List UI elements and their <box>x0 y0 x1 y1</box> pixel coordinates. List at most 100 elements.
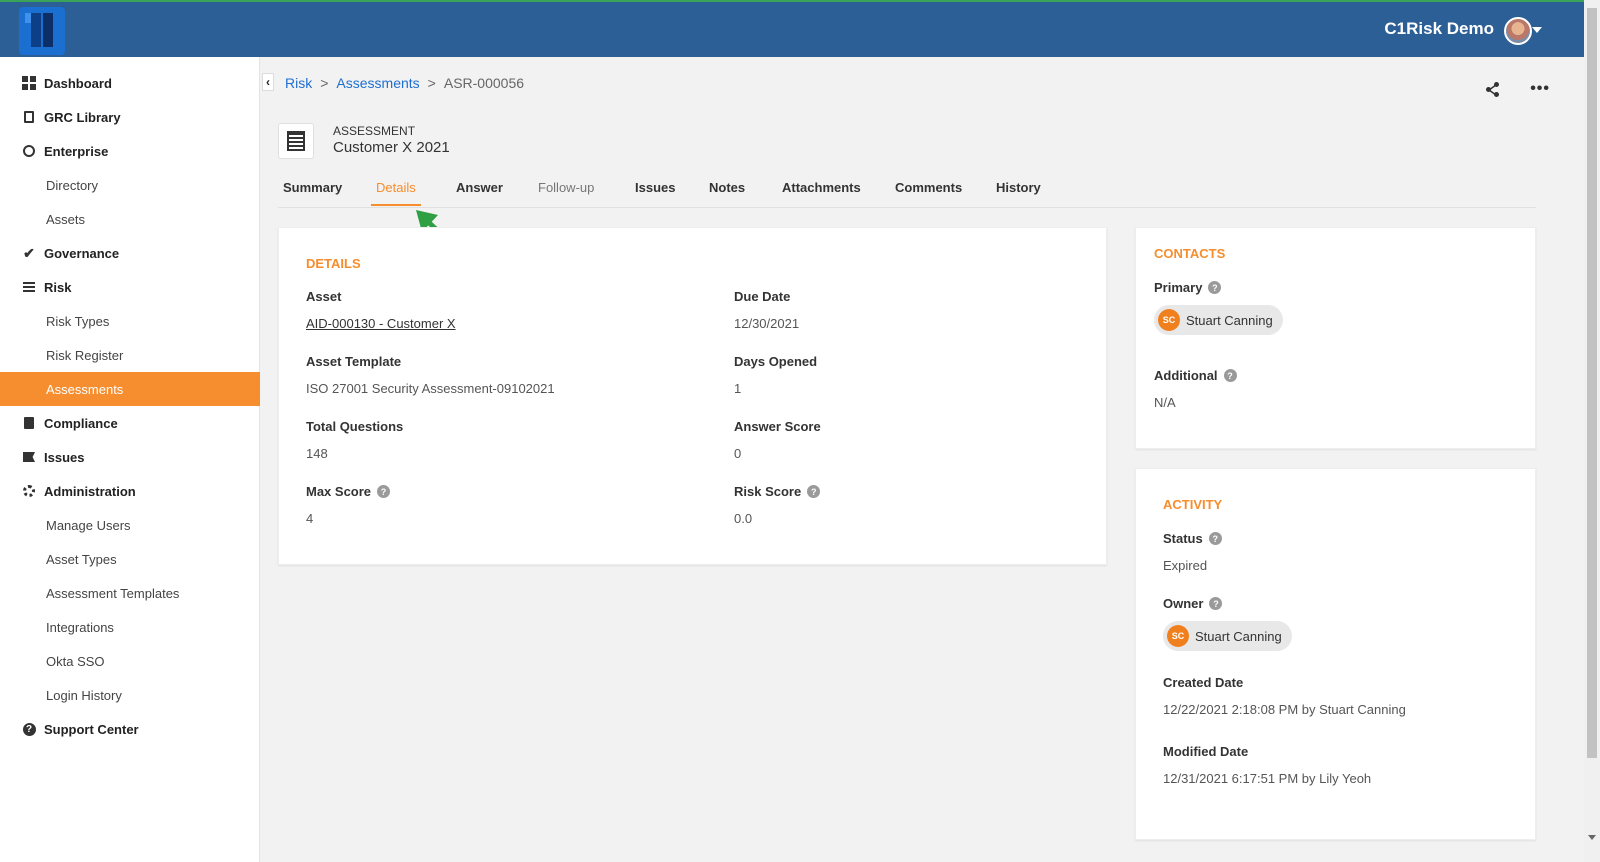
page-scrollbar[interactable] <box>1584 0 1600 862</box>
sidebar-item-risk[interactable]: Risk <box>0 270 260 304</box>
assessment-icon <box>278 123 314 159</box>
breadcrumb-current: ASR-000056 <box>443 75 525 91</box>
gear-icon <box>22 484 36 498</box>
tab-notes[interactable]: Notes <box>704 180 750 204</box>
more-options-icon[interactable]: ••• <box>1530 81 1550 97</box>
sidebar-item-compliance[interactable]: Compliance <box>0 406 260 440</box>
sidebar-item-okta-sso[interactable]: Okta SSO <box>0 644 260 678</box>
status-value: Expired <box>1163 558 1208 573</box>
tab-comments[interactable]: Comments <box>890 180 967 204</box>
sidebar-item-integrations[interactable]: Integrations <box>0 610 260 644</box>
avatar: SC <box>1158 309 1180 331</box>
sidebar-item-assets[interactable]: Assets <box>0 202 260 236</box>
contact-name: Stuart Canning <box>1186 312 1273 328</box>
help-icon[interactable]: ? <box>377 485 391 498</box>
contacts-card: CONTACTS Primary? SC Stuart Canning Addi… <box>1135 227 1536 449</box>
total-questions-label: Total Questions <box>306 419 404 434</box>
modified-date-value: 12/31/2021 6:17:51 PM by Lily Yeoh <box>1163 771 1372 786</box>
days-opened-label: Days Opened <box>734 354 818 369</box>
activity-title: ACTIVITY <box>1163 497 1223 512</box>
sidebar-item-governance[interactable]: ✔ Governance <box>0 236 260 270</box>
sidebar-item-grc-library[interactable]: GRC Library <box>0 100 260 134</box>
sidebar-item-risk-register[interactable]: Risk Register <box>0 338 260 372</box>
chevron-down-icon[interactable] <box>1532 27 1542 33</box>
tab-follow-up[interactable]: Follow-up <box>533 180 599 204</box>
flag-icon <box>22 450 36 464</box>
breadcrumb-separator: > <box>427 75 436 91</box>
asset-template-value: ISO 27001 Security Assessment-09102021 <box>306 381 555 396</box>
risk-score-label: Risk Score? <box>734 484 821 499</box>
dashboard-icon <box>22 76 36 90</box>
due-date-label: Due Date <box>734 289 791 304</box>
help-icon[interactable]: ? <box>1208 281 1222 294</box>
max-score-label: Max Score? <box>306 484 391 499</box>
sidebar-item-administration[interactable]: Administration <box>0 474 260 508</box>
sidebar-item-support-center[interactable]: ? Support Center <box>0 712 260 746</box>
tab-attachments[interactable]: Attachments <box>777 180 866 204</box>
additional-contact-label: Additional? <box>1154 368 1237 383</box>
contacts-title: CONTACTS <box>1154 246 1226 261</box>
primary-contact-chip[interactable]: SC Stuart Canning <box>1154 305 1283 335</box>
created-date-value: 12/22/2021 2:18:08 PM by Stuart Canning <box>1163 702 1406 717</box>
sidebar: Dashboard GRC Library Enterprise Directo… <box>0 57 260 862</box>
list-icon <box>22 280 36 294</box>
top-bar: C1Risk Demo <box>0 0 1584 57</box>
due-date-value: 12/30/2021 <box>734 316 800 331</box>
sidebar-item-issues[interactable]: Issues <box>0 440 260 474</box>
book-icon <box>22 110 36 124</box>
activity-card: ACTIVITY Status? Expired Owner? SC Stuar… <box>1135 468 1536 840</box>
sidebar-item-manage-users[interactable]: Manage Users <box>0 508 260 542</box>
help-icon[interactable]: ? <box>1208 532 1222 545</box>
breadcrumb-assessments[interactable]: Assessments <box>336 75 419 91</box>
days-opened-value: 1 <box>734 381 742 396</box>
sidebar-item-login-history[interactable]: Login History <box>0 678 260 712</box>
scroll-down-icon[interactable] <box>1588 835 1596 840</box>
sidebar-item-asset-types[interactable]: Asset Types <box>0 542 260 576</box>
risk-score-value: 0.0 <box>734 511 753 526</box>
record-name: Customer X 2021 <box>333 139 450 156</box>
sidebar-item-risk-types[interactable]: Risk Types <box>0 304 260 338</box>
user-avatar[interactable] <box>1504 17 1532 45</box>
breadcrumb-risk[interactable]: Risk <box>285 75 312 91</box>
tab-issues[interactable]: Issues <box>630 180 680 204</box>
tab-summary[interactable]: Summary <box>278 180 347 204</box>
owner-label: Owner? <box>1163 596 1223 611</box>
help-icon[interactable]: ? <box>1209 597 1223 610</box>
asset-value[interactable]: AID-000130 - Customer X <box>306 316 456 331</box>
sidebar-item-directory[interactable]: Directory <box>0 168 260 202</box>
help-icon: ? <box>22 722 36 736</box>
tenant-name[interactable]: C1Risk Demo <box>1384 19 1494 39</box>
help-icon[interactable]: ? <box>807 485 821 498</box>
clipboard-icon <box>22 416 36 430</box>
max-score-value: 4 <box>306 511 314 526</box>
breadcrumb-separator: > <box>320 75 329 91</box>
answer-score-value: 0 <box>734 446 742 461</box>
asset-label: Asset <box>306 289 342 304</box>
record-tabs: Summary Details Answer Follow-up Issues … <box>278 174 1536 208</box>
avatar: SC <box>1167 625 1189 647</box>
sidebar-item-assessments[interactable]: Assessments <box>0 372 260 406</box>
tab-history[interactable]: History <box>991 180 1046 204</box>
share-icon[interactable] <box>1486 82 1500 97</box>
additional-contact-value: N/A <box>1154 395 1176 410</box>
tab-details[interactable]: Details <box>371 180 421 206</box>
details-card: DETAILS Asset AID-000130 - Customer X Du… <box>278 227 1107 565</box>
chevron-left-icon: ‹ <box>266 75 270 89</box>
back-button[interactable]: ‹ <box>262 73 274 91</box>
created-date-label: Created Date <box>1163 675 1244 690</box>
tab-answer[interactable]: Answer <box>451 180 508 204</box>
breadcrumb: Risk > Assessments > ASR-000056 <box>285 75 524 91</box>
modified-date-label: Modified Date <box>1163 744 1249 759</box>
asset-template-label: Asset Template <box>306 354 402 369</box>
sidebar-item-dashboard[interactable]: Dashboard <box>0 66 260 100</box>
status-label: Status? <box>1163 531 1222 546</box>
globe-icon <box>22 144 36 158</box>
sidebar-item-enterprise[interactable]: Enterprise <box>0 134 260 168</box>
primary-contact-label: Primary? <box>1154 280 1222 295</box>
sidebar-item-assessment-templates[interactable]: Assessment Templates <box>0 576 260 610</box>
c1risk-logo[interactable] <box>19 7 65 55</box>
check-icon: ✔ <box>23 244 35 261</box>
help-icon[interactable]: ? <box>1223 369 1237 382</box>
owner-chip[interactable]: SC Stuart Canning <box>1163 621 1292 651</box>
scrollbar-thumb[interactable] <box>1587 8 1597 758</box>
